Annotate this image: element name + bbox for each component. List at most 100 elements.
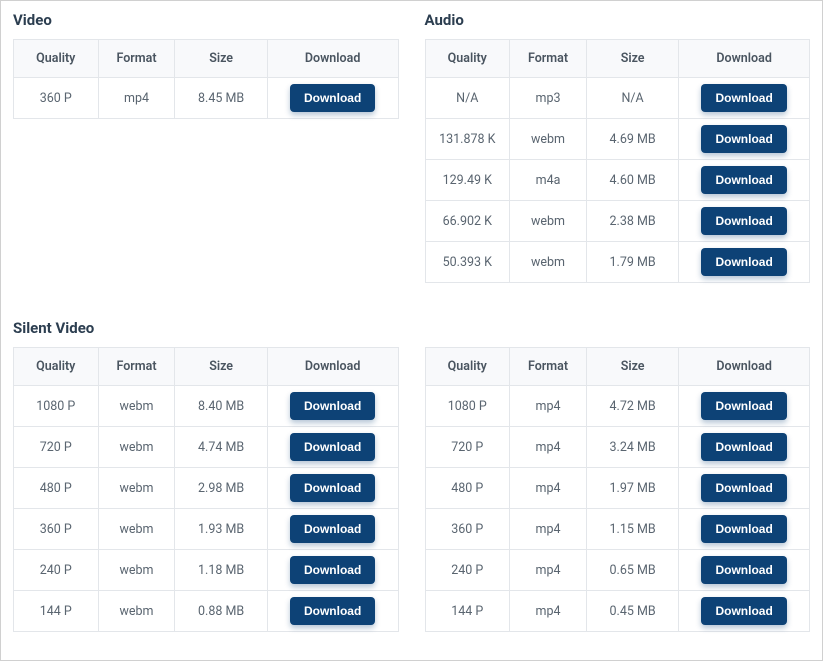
cell-quality: 50.393 K <box>425 242 510 283</box>
cell-quality: 480 P <box>425 468 510 509</box>
col-format: Format <box>98 40 175 78</box>
cell-quality: 240 P <box>14 550 99 591</box>
table-header-row: Quality Format Size Download <box>425 40 810 78</box>
cell-quality: 1080 P <box>425 386 510 427</box>
cell-quality: 144 P <box>14 591 99 632</box>
silent-video-section: Silent Video Quality Format Size Downloa… <box>13 319 810 648</box>
cell-download: Download <box>679 468 810 509</box>
table-row: 66.902 Kwebm2.38 MB Download <box>425 201 810 242</box>
table-row: 144 Pmp40.45 MBDownload <box>425 591 810 632</box>
col-quality: Quality <box>14 40 99 78</box>
table-row: 144 Pwebm0.88 MB Download <box>14 591 399 632</box>
col-download: Download <box>679 348 810 386</box>
table-header-row: Quality Format Size Download <box>14 40 399 78</box>
table-row: 360 Pwebm1.93 MBDownload <box>14 509 399 550</box>
video-table: Quality Format Size Download 360 Pmp48.4… <box>13 39 399 119</box>
cell-quality: 480 P <box>14 468 99 509</box>
col-download: Download <box>679 40 810 78</box>
download-button[interactable]: Download <box>290 392 375 420</box>
cell-download: Download <box>267 591 398 632</box>
video-section: Video Quality Format Size Download 360 P… <box>13 11 399 299</box>
cell-download: Download <box>679 591 810 632</box>
download-button[interactable]: Download <box>290 433 375 461</box>
download-button[interactable]: Download <box>290 515 375 543</box>
cell-quality: 66.902 K <box>425 201 510 242</box>
col-size: Size <box>586 348 678 386</box>
download-button[interactable]: Download <box>290 474 375 502</box>
col-format: Format <box>510 348 587 386</box>
table-row: 240 Pwebm1.18 MB Download <box>14 550 399 591</box>
table-header-row: Quality Format Size Download <box>425 348 810 386</box>
download-button[interactable]: Download <box>701 597 786 625</box>
cell-format: webm <box>510 119 587 160</box>
audio-table: Quality Format Size Download N/Amp3N/ADo… <box>425 39 811 283</box>
cell-format: webm <box>510 201 587 242</box>
audio-section: Audio Quality Format Size Download N/Amp… <box>425 11 811 299</box>
download-button[interactable]: Download <box>290 84 375 112</box>
cell-download: Download <box>267 427 398 468</box>
download-button[interactable]: Download <box>701 392 786 420</box>
download-button[interactable]: Download <box>701 248 786 276</box>
cell-download: Download <box>679 78 810 119</box>
cell-size: 0.88 MB <box>175 591 267 632</box>
download-button[interactable]: Download <box>701 84 786 112</box>
cell-download: Download <box>679 160 810 201</box>
col-quality: Quality <box>425 40 510 78</box>
cell-size: 3.24 MB <box>586 427 678 468</box>
download-button[interactable]: Download <box>701 474 786 502</box>
cell-quality: 144 P <box>425 591 510 632</box>
cell-size: 4.74 MB <box>175 427 267 468</box>
download-button[interactable]: Download <box>701 125 786 153</box>
table-row: 240 Pmp40.65 MBDownload <box>425 550 810 591</box>
col-size: Size <box>586 40 678 78</box>
table-row: 129.49 Km4a4.60 MBDownload <box>425 160 810 201</box>
cell-format: m4a <box>510 160 587 201</box>
cell-format: webm <box>98 386 175 427</box>
download-button[interactable]: Download <box>701 207 786 235</box>
download-button[interactable]: Download <box>701 433 786 461</box>
cell-quality: 360 P <box>14 509 99 550</box>
cell-format: webm <box>98 550 175 591</box>
cell-quality: 1080 P <box>14 386 99 427</box>
cell-download: Download <box>679 386 810 427</box>
cell-format: mp4 <box>510 591 587 632</box>
col-quality: Quality <box>425 348 510 386</box>
cell-download: Download <box>267 509 398 550</box>
silent-video-table-webm: Quality Format Size Download 1080 Pwebm8… <box>13 347 399 632</box>
cell-size: 2.98 MB <box>175 468 267 509</box>
download-button[interactable]: Download <box>290 556 375 584</box>
col-size: Size <box>175 348 267 386</box>
download-button[interactable]: Download <box>290 597 375 625</box>
cell-download: Download <box>267 550 398 591</box>
cell-size: 1.15 MB <box>586 509 678 550</box>
download-button[interactable]: Download <box>701 515 786 543</box>
cell-format: webm <box>98 591 175 632</box>
cell-download: Download <box>679 201 810 242</box>
cell-quality: 131.878 K <box>425 119 510 160</box>
cell-format: webm <box>98 509 175 550</box>
table-row: 1080 Pwebm8.40 MB Download <box>14 386 399 427</box>
cell-format: mp4 <box>510 509 587 550</box>
table-row: 1080 Pmp44.72 MBDownload <box>425 386 810 427</box>
cell-format: webm <box>98 468 175 509</box>
cell-format: mp4 <box>510 427 587 468</box>
table-row: 360 Pmp48.45 MBDownload <box>14 78 399 119</box>
video-heading: Video <box>13 11 399 29</box>
cell-quality: 360 P <box>14 78 99 119</box>
cell-size: 2.38 MB <box>586 201 678 242</box>
cell-format: mp4 <box>510 468 587 509</box>
table-row: 720 Pmp43.24 MBDownload <box>425 427 810 468</box>
cell-quality: N/A <box>425 78 510 119</box>
cell-size: 1.18 MB <box>175 550 267 591</box>
cell-size: 8.40 MB <box>175 386 267 427</box>
table-row: 480 Pwebm2.98 MB Download <box>14 468 399 509</box>
cell-download: Download <box>679 509 810 550</box>
table-row: 480 Pmp41.97 MBDownload <box>425 468 810 509</box>
cell-quality: 240 P <box>425 550 510 591</box>
download-button[interactable]: Download <box>701 166 786 194</box>
cell-format: mp4 <box>510 386 587 427</box>
download-options-panel: Video Quality Format Size Download 360 P… <box>0 0 823 661</box>
download-button[interactable]: Download <box>701 556 786 584</box>
cell-quality: 360 P <box>425 509 510 550</box>
cell-download: Download <box>267 78 398 119</box>
